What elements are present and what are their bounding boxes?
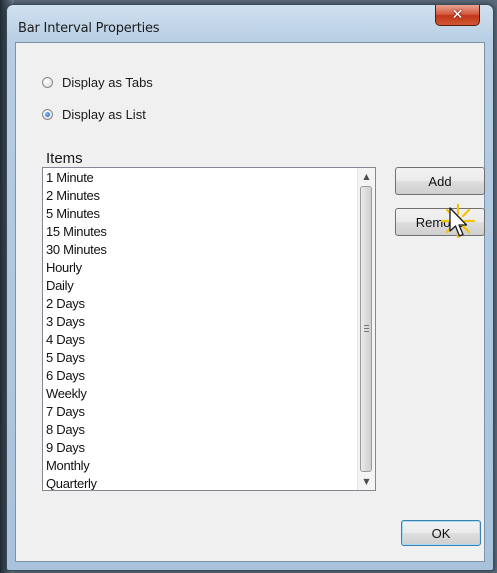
ok-button-label: OK (431, 525, 451, 541)
mouse-pointer-icon (449, 207, 468, 237)
radio-label-list: Display as List (62, 107, 146, 122)
list-item[interactable]: Daily (43, 277, 356, 295)
add-button-label: Add (428, 173, 452, 189)
title-bar[interactable]: Bar Interval Properties ✕ (7, 5, 493, 47)
list-item[interactable]: 2 Days (43, 295, 356, 313)
list-item[interactable]: 6 Days (43, 367, 356, 385)
remove-button[interactable]: Remove (395, 208, 485, 236)
radio-display-as-tabs[interactable]: Display as Tabs (42, 75, 153, 90)
list-item[interactable]: 5 Minutes (43, 205, 356, 223)
scroll-up-icon[interactable]: ▲ (358, 168, 375, 185)
dialog-body: Display as Tabs Display as List Items 1 … (15, 42, 485, 562)
items-listbox[interactable]: 1 Minute 2 Minutes 5 Minutes 15 Minutes 30 M… (42, 167, 376, 491)
list-item[interactable]: 9 Days (43, 439, 356, 457)
radio-label-tabs: Display as Tabs (62, 75, 153, 90)
list-item[interactable]: Monthly (43, 457, 356, 475)
thumb-grip-line (364, 325, 369, 326)
ok-button[interactable]: OK (401, 520, 481, 546)
close-button[interactable]: ✕ (435, 5, 480, 26)
list-item[interactable]: 5 Days (43, 349, 356, 367)
list-item[interactable]: 4 Days (43, 331, 356, 349)
close-icon: ✕ (451, 7, 464, 23)
dialog-window: Bar Interval Properties ✕ Display as Tab… (6, 4, 494, 571)
list-item[interactable]: 15 Minutes (43, 223, 356, 241)
list-item[interactable]: Hourly (43, 259, 356, 277)
thumb-grip-line (364, 331, 369, 332)
list-item[interactable]: 7 Days (43, 403, 356, 421)
scroll-down-icon[interactable]: ▼ (358, 473, 375, 490)
radio-button-icon[interactable] (42, 77, 53, 88)
list-item[interactable]: 3 Days (43, 313, 356, 331)
radio-display-as-list[interactable]: Display as List (42, 107, 146, 122)
list-item[interactable]: 30 Minutes (43, 241, 356, 259)
vertical-scrollbar[interactable]: ▲ ▼ (357, 168, 375, 490)
items-label: Items (46, 150, 83, 167)
add-button[interactable]: Add (395, 167, 485, 195)
radio-button-selected-icon[interactable] (42, 109, 53, 120)
list-item[interactable]: Quarterly (43, 475, 356, 490)
thumb-grip-line (364, 328, 369, 329)
window-title: Bar Interval Properties (18, 21, 160, 36)
list-item[interactable]: 8 Days (43, 421, 356, 439)
list-item[interactable]: 1 Minute (43, 169, 356, 187)
items-list[interactable]: 1 Minute 2 Minutes 5 Minutes 15 Minutes 30 M… (43, 169, 356, 490)
list-item[interactable]: 2 Minutes (43, 187, 356, 205)
scroll-thumb[interactable] (360, 186, 372, 472)
list-item[interactable]: Weekly (43, 385, 356, 403)
